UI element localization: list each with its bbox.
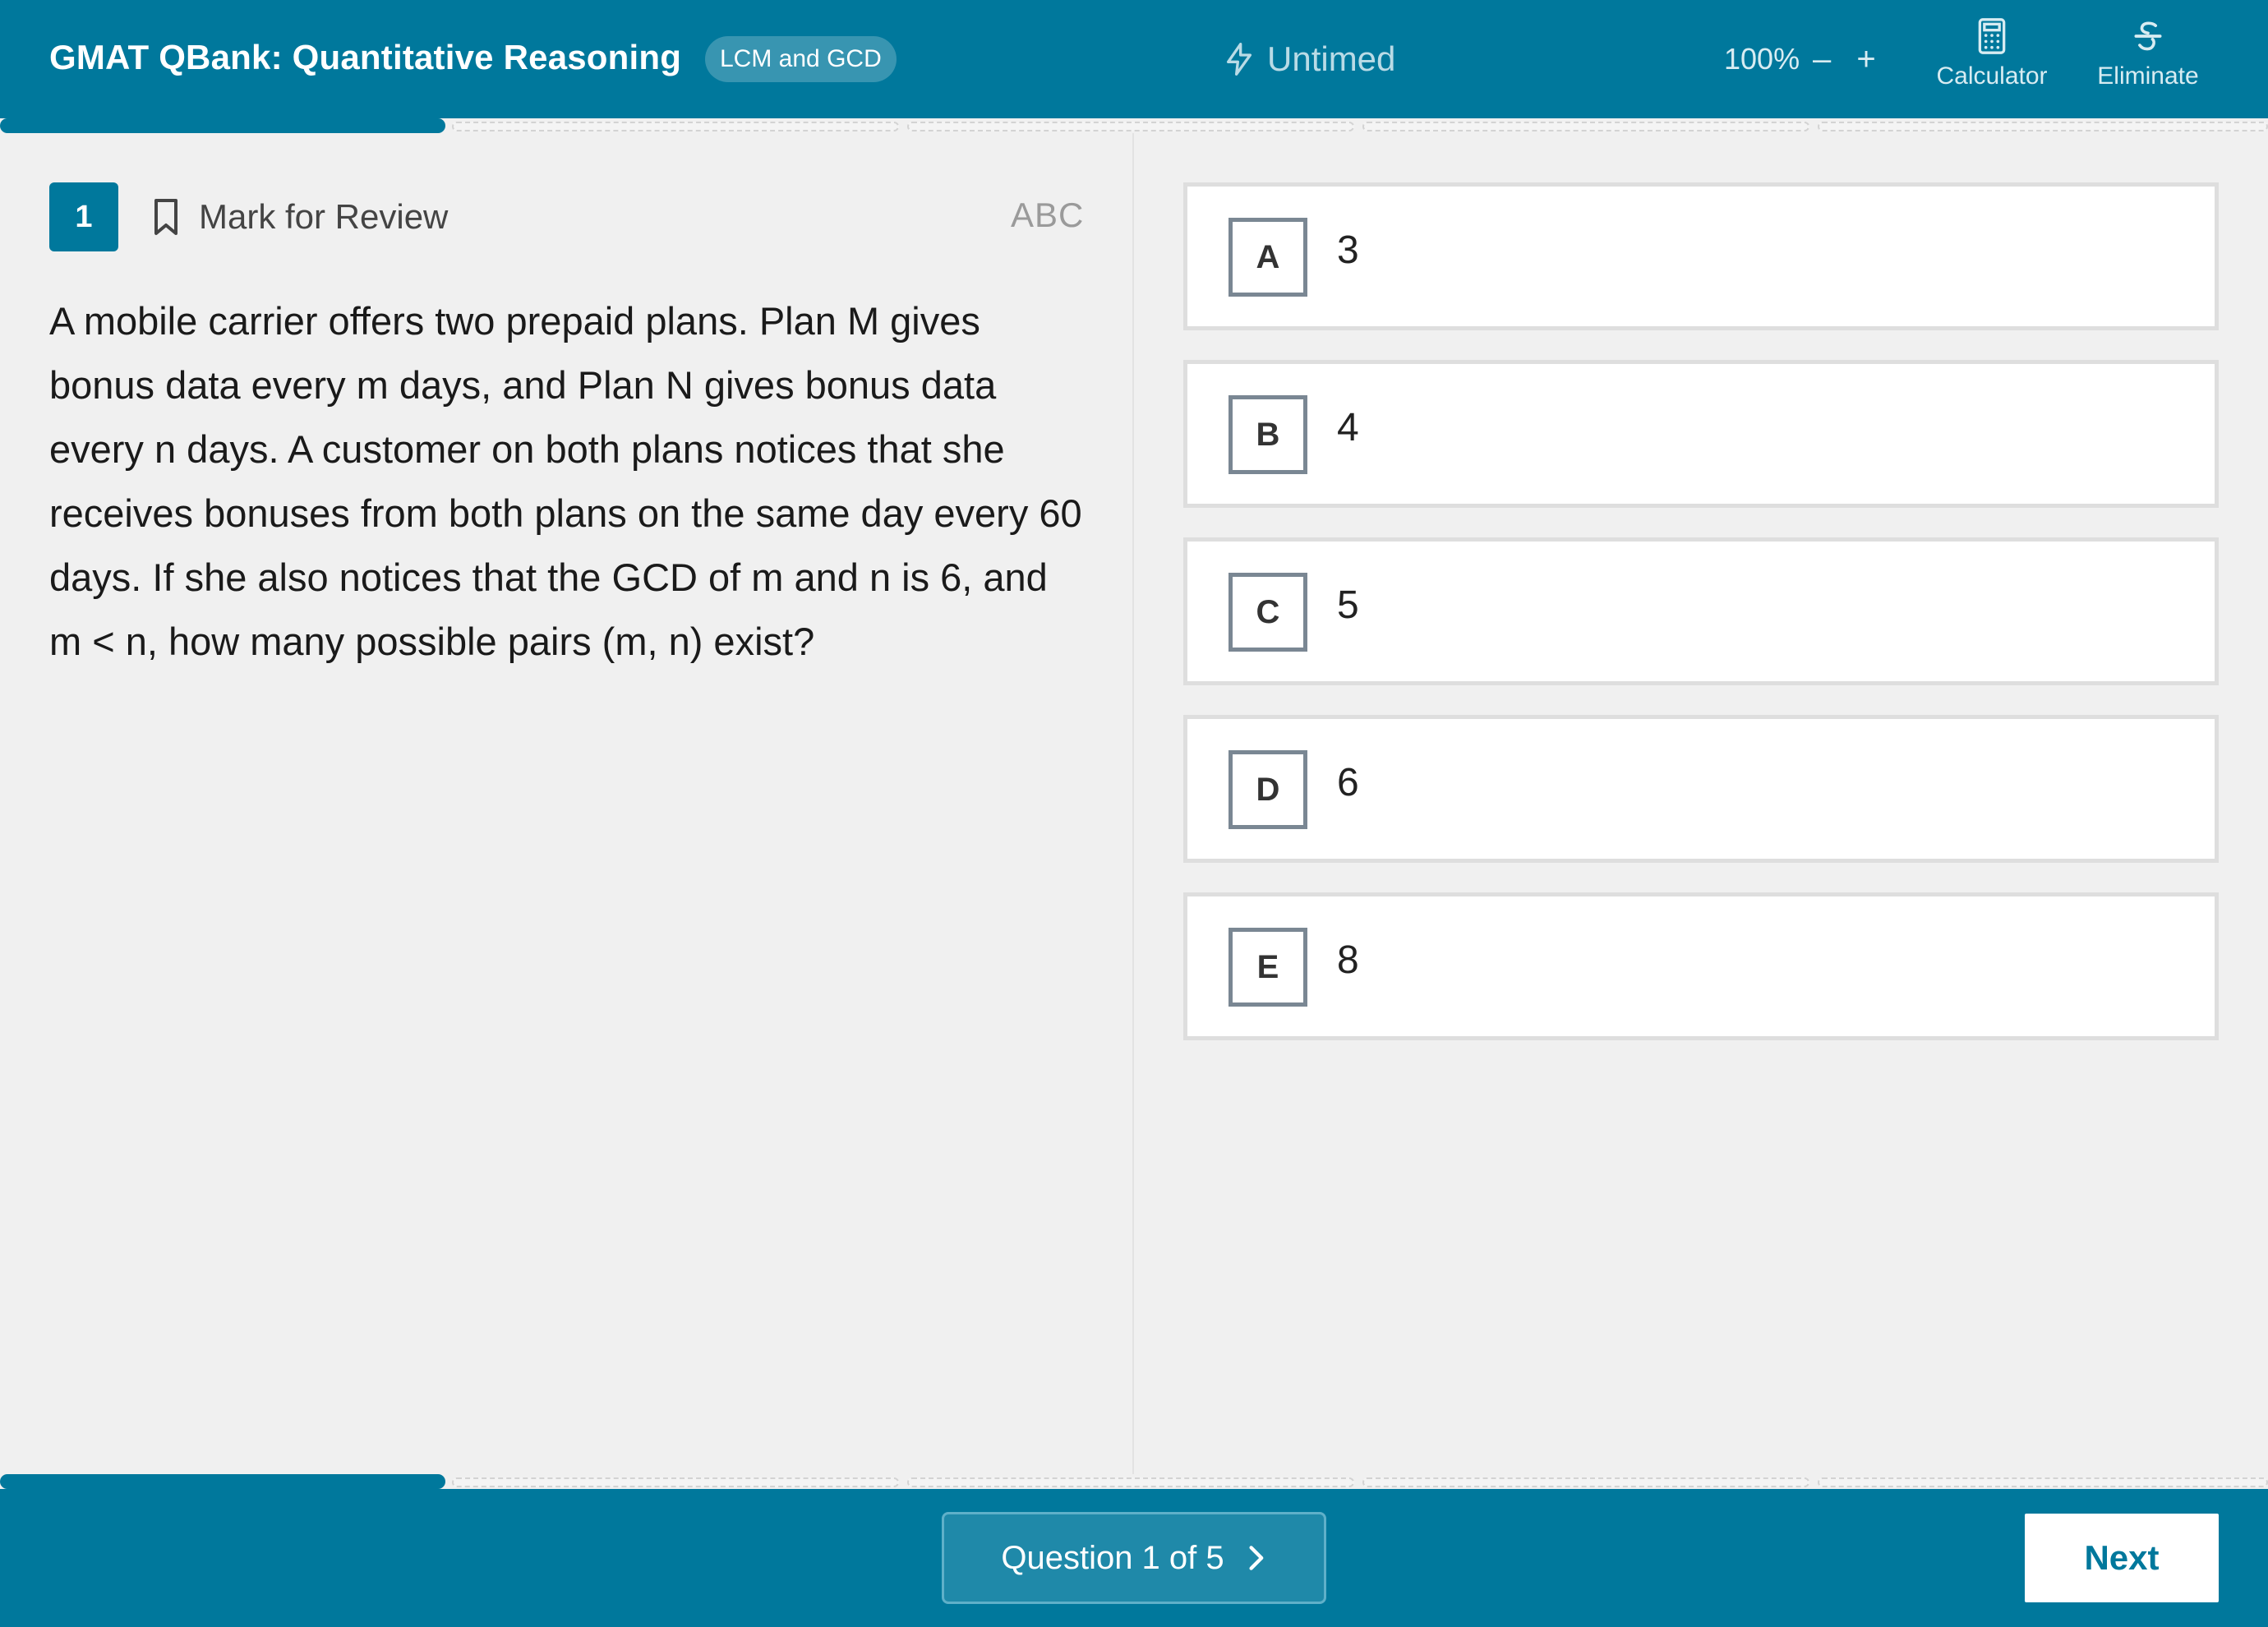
option-letter: E <box>1228 928 1307 1007</box>
next-button[interactable]: Next <box>2025 1514 2219 1602</box>
calculator-label: Calculator <box>1936 62 2048 90</box>
answer-option-d[interactable]: D 6 <box>1183 715 2219 863</box>
option-text: 8 <box>1337 938 1359 982</box>
answer-option-e[interactable]: E 8 <box>1183 892 2219 1040</box>
progress-segment <box>907 1477 1354 1487</box>
lightning-icon <box>1227 43 1252 76</box>
option-text: 5 <box>1337 583 1359 627</box>
calculator-button[interactable]: Calculator <box>1926 16 2058 107</box>
question-pane: 1 Mark for Review ABC A mobile carrier o… <box>0 133 1132 1474</box>
progress-segment <box>1362 1477 1809 1487</box>
abc-eliminator-toggle[interactable]: ABC <box>1011 196 1084 235</box>
app-title: GMAT QBank: Quantitative Reasoning <box>49 38 682 76</box>
question-navigator-label: Question 1 of 5 <box>1001 1539 1224 1576</box>
progress-segment <box>1818 122 2268 131</box>
answer-option-c[interactable]: C 5 <box>1183 537 2219 685</box>
zoom-out-button[interactable]: – <box>1800 38 1844 81</box>
zoom-level: 100% <box>1724 42 1800 76</box>
zoom-controls: 100% – + <box>1724 38 1888 81</box>
timer[interactable]: Untimed <box>1223 36 1395 82</box>
question-text: A mobile carrier offers two prepaid plan… <box>49 299 1082 663</box>
question-progress-top <box>0 118 2268 133</box>
option-letter: A <box>1228 218 1307 297</box>
pane-divider <box>1132 133 1134 1474</box>
option-letter: C <box>1228 573 1307 652</box>
eliminate-button[interactable]: Eliminate <box>2082 16 2214 107</box>
progress-segment <box>1818 1477 2268 1487</box>
progress-segment <box>452 122 899 131</box>
bookmark-icon <box>154 199 177 235</box>
option-text: 6 <box>1337 761 1359 804</box>
progress-segment <box>452 1477 899 1487</box>
option-text: 3 <box>1337 228 1359 272</box>
top-bar: GMAT QBank: Quantitative Reasoning LCM a… <box>0 0 2268 118</box>
question-number: 1 <box>49 182 118 251</box>
timer-label: Untimed <box>1267 39 1396 78</box>
progress-segment <box>0 1474 445 1489</box>
option-text: 4 <box>1337 406 1359 449</box>
chevron-right-icon <box>1249 1546 1264 1570</box>
mark-for-review-button[interactable]: Mark for Review <box>150 194 448 240</box>
progress-segment <box>907 122 1354 131</box>
option-letter: B <box>1228 395 1307 474</box>
answer-option-b[interactable]: B 4 <box>1183 360 2219 508</box>
question-progress-bottom <box>0 1474 2268 1489</box>
answer-option-a[interactable]: A 3 <box>1183 182 2219 330</box>
option-letter: D <box>1228 750 1307 829</box>
calculator-icon <box>1978 18 2006 54</box>
topic-badge: LCM and GCD <box>705 36 897 82</box>
mark-for-review-label: Mark for Review <box>199 197 449 236</box>
strikethrough-icon <box>2134 21 2162 51</box>
question-navigator-button[interactable]: Question 1 of 5 <box>942 1512 1326 1604</box>
zoom-in-button[interactable]: + <box>1844 38 1888 81</box>
progress-segment <box>1362 122 1809 131</box>
bottom-bar: Question 1 of 5 Next <box>0 1489 2268 1627</box>
eliminate-label: Eliminate <box>2097 62 2199 90</box>
progress-segment <box>0 118 445 133</box>
